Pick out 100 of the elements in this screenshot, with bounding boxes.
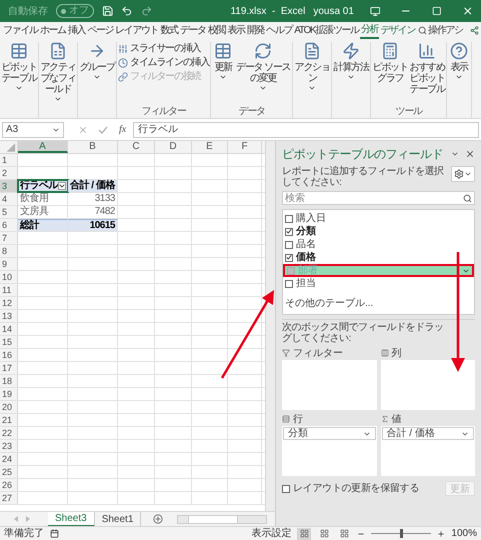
row-header[interactable]: 18 [0, 375, 18, 387]
ribbon-button[interactable]: ピボットテーブル [1, 42, 37, 106]
ribbon-tab[interactable]: 開発 [246, 22, 266, 39]
settings-button[interactable] [451, 166, 475, 182]
vertical-scrollbar[interactable] [265, 141, 275, 511]
checkbox[interactable] [285, 214, 293, 222]
row-header[interactable]: 22 [0, 427, 18, 439]
checkbox[interactable] [282, 484, 290, 492]
undo-icon[interactable] [121, 5, 133, 17]
ribbon-tab[interactable]: ファイル [2, 22, 39, 39]
row-header[interactable]: 21 [0, 414, 18, 426]
row-header[interactable]: 7 [0, 232, 18, 244]
table-cell[interactable]: 文房具 [18, 206, 68, 218]
more-tables-link[interactable]: その他のテーブル... [283, 296, 474, 311]
row-header[interactable]: 4 [0, 193, 18, 205]
drop-area[interactable]: 分類 [282, 426, 376, 476]
ribbon-tab[interactable]: データ [178, 22, 207, 39]
formula-field[interactable]: 行ラベル [133, 122, 479, 138]
checkbox[interactable] [285, 254, 293, 262]
row-header[interactable]: 26 [0, 479, 18, 491]
field-item[interactable]: 分類 [283, 225, 474, 238]
display-settings-button[interactable]: 表示設定 [251, 526, 292, 540]
column-header[interactable]: D [155, 141, 192, 153]
field-item[interactable]: 品名 [283, 238, 474, 251]
row-header[interactable]: 12 [0, 297, 18, 309]
share-icon[interactable] [470, 26, 479, 35]
ribbon-button[interactable]: スライサーの挿入 [118, 43, 210, 54]
row-header[interactable]: 20 [0, 401, 18, 413]
area-field-button[interactable]: 合計 / 価格 [382, 427, 474, 440]
name-box[interactable]: A3 [2, 122, 64, 138]
row-header[interactable]: 15 [0, 336, 18, 348]
view-button[interactable] [297, 528, 312, 540]
row-header[interactable]: 13 [0, 310, 18, 322]
ribbon-button[interactable]: 表示 [448, 42, 470, 106]
search-field[interactable]: 検索 [282, 191, 475, 205]
ribbon-tab[interactable]: デザイン [379, 22, 416, 39]
table-cell[interactable]: 3133 [68, 193, 118, 205]
ribbon-button[interactable]: 計算方法 [333, 42, 370, 106]
ribbon-tab[interactable]: 数式 [159, 22, 179, 39]
column-header[interactable]: C [118, 141, 155, 153]
maximize-icon[interactable] [432, 6, 442, 16]
table-cell[interactable]: 10615 [68, 219, 118, 231]
column-header[interactable]: E [192, 141, 228, 153]
ribbon-tab[interactable]: 挿入 [66, 22, 86, 39]
row-header[interactable]: 6 [0, 219, 18, 231]
table-cell[interactable]: 総計 [18, 219, 68, 231]
area-field-button[interactable]: 分類 [283, 427, 376, 440]
checkbox[interactable] [287, 266, 295, 274]
checkbox[interactable] [285, 280, 293, 288]
ribbon-tab[interactable]: ヘルプ [265, 22, 294, 39]
filter-dropdown-button[interactable] [58, 182, 66, 190]
ribbon-tab[interactable]: ATOK拡張ツール [293, 22, 360, 39]
row-header[interactable]: 16 [0, 349, 18, 361]
row-header[interactable]: 11 [0, 284, 18, 296]
field-item[interactable]: 購入日 [283, 212, 474, 225]
close-icon[interactable] [462, 5, 473, 17]
ribbon-tab[interactable]: ホーム [38, 22, 67, 39]
field-item[interactable]: 担当 [283, 277, 474, 290]
ribbon-button[interactable]: アクティブなフィールド [40, 42, 76, 106]
ribbon-button[interactable]: ピボットグラフ [372, 42, 408, 106]
row-header[interactable]: 8 [0, 245, 18, 257]
ribbon-button[interactable]: グループ [79, 42, 115, 106]
save-icon[interactable] [102, 5, 114, 17]
function-button[interactable]: fx [116, 122, 130, 137]
row-header[interactable]: 24 [0, 453, 18, 465]
table-cell[interactable]: 飲食用 [18, 193, 68, 205]
row-header[interactable]: 10 [0, 271, 18, 283]
row-header[interactable]: 1 [0, 154, 18, 166]
checkbox[interactable] [285, 240, 293, 248]
row-header[interactable]: 19 [0, 388, 18, 400]
ribbon-button[interactable]: データ ソースの変更 [235, 42, 292, 106]
sheet-tab[interactable]: Sheet3 [48, 512, 95, 526]
column-header[interactable]: B [68, 141, 118, 153]
row-header[interactable]: 3 [0, 180, 18, 192]
row-header[interactable]: 2 [0, 167, 18, 179]
checkbox[interactable] [285, 228, 293, 236]
table-cell[interactable]: 合計 / 価格 [68, 180, 118, 192]
ribbon-button[interactable]: 更新 [212, 42, 234, 106]
tell-me-field[interactable]: 操作アシ [428, 23, 463, 38]
display-options-icon[interactable] [370, 6, 380, 16]
row-header[interactable]: 14 [0, 323, 18, 335]
row-header[interactable]: 17 [0, 362, 18, 374]
column-header[interactable]: A [18, 141, 68, 153]
field-item[interactable]: 価格 [283, 251, 474, 264]
zoom-in-icon[interactable] [437, 530, 446, 538]
row-header[interactable]: 5 [0, 206, 18, 218]
ribbon-tab[interactable]: 校閲 [206, 22, 226, 39]
table-cell[interactable]: 7482 [68, 206, 118, 218]
close-icon[interactable] [465, 149, 475, 159]
add-sheet-icon[interactable] [153, 514, 164, 524]
horizontal-scrollbar[interactable] [177, 514, 268, 524]
row-header[interactable]: 25 [0, 466, 18, 478]
ribbon-tab[interactable]: ページ レイアウト [86, 22, 160, 39]
macro-record-icon[interactable] [50, 529, 59, 538]
ribbon-button[interactable]: おすすめピボットテーブル [409, 42, 446, 106]
ribbon-tab[interactable]: 表示 [226, 22, 246, 39]
row-header[interactable]: 23 [0, 440, 18, 452]
drop-area[interactable]: 合計 / 価格 [380, 426, 475, 476]
zoom-thumb[interactable] [400, 529, 403, 538]
row-header[interactable]: 27 [0, 492, 18, 504]
